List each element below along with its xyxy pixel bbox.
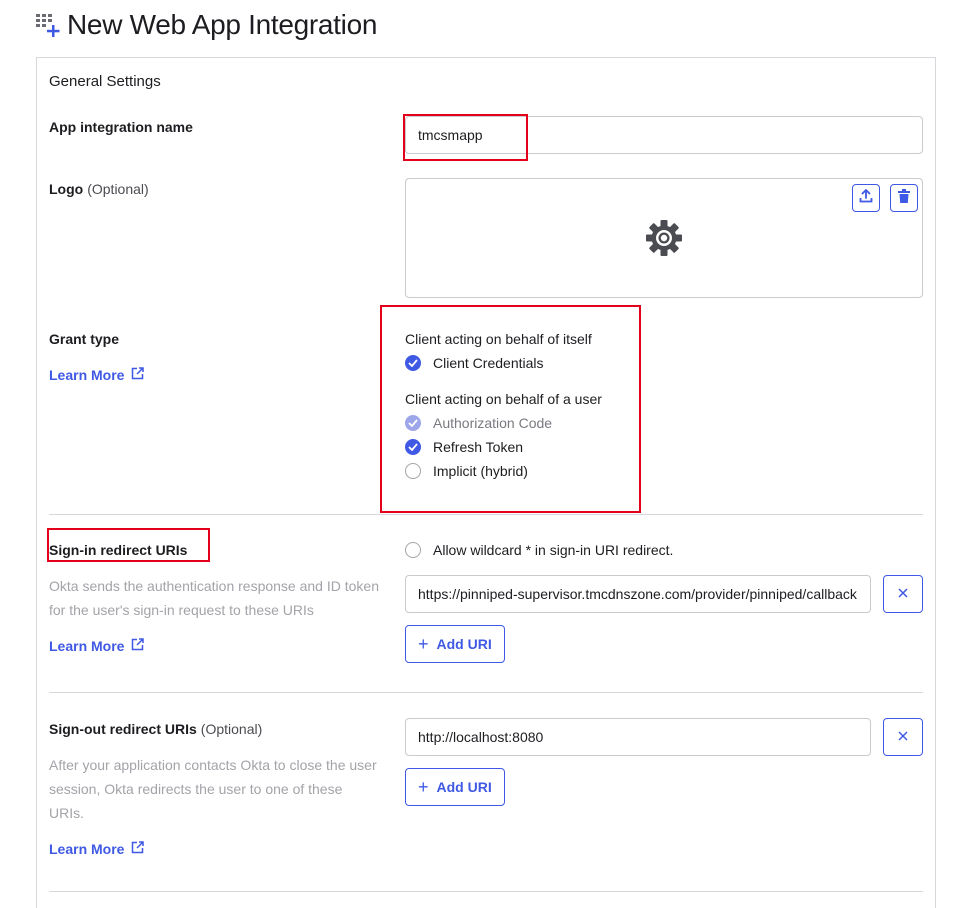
checkbox-label: Allow wildcard * in sign-in URI redirect… <box>433 542 674 558</box>
signout-redirect-label: Sign-out redirect URIs (Optional) <box>49 721 262 737</box>
apps-grid-add-icon <box>36 13 60 37</box>
general-settings-panel: General Settings App integration name tm… <box>36 57 936 908</box>
app-name-label: App integration name <box>49 119 193 135</box>
checkbox-label: Implicit (hybrid) <box>433 463 528 479</box>
gear-icon <box>645 219 683 257</box>
checkbox-unchecked-icon <box>405 542 421 558</box>
trash-icon <box>898 188 910 208</box>
section-title: General Settings <box>49 73 161 90</box>
signout-label-text: Sign-out redirect URIs <box>49 721 197 737</box>
signout-optional-text: (Optional) <box>200 721 263 737</box>
section-divider <box>49 891 923 892</box>
refresh-token-checkbox[interactable]: Refresh Token <box>405 439 523 455</box>
signout-add-uri-button[interactable]: + Add URI <box>405 768 505 806</box>
logo-optional-text: (Optional) <box>87 181 149 197</box>
logo-label: Logo (Optional) <box>49 181 149 197</box>
page-title: New Web App Integration <box>67 9 378 40</box>
grant-type-label: Grant type <box>49 331 120 347</box>
remove-signin-uri-button[interactable] <box>883 575 923 613</box>
client-credentials-checkbox[interactable]: Client Credentials <box>405 355 544 371</box>
grant-learn-more-link[interactable]: Learn More <box>49 367 145 383</box>
checkbox-checked-icon <box>405 439 421 455</box>
page-header: New Web App Integration <box>36 8 377 42</box>
authorization-code-checkbox: Authorization Code <box>405 415 552 431</box>
learn-more-text: Learn More <box>49 841 125 857</box>
section-divider <box>49 514 923 515</box>
plus-icon: + <box>418 634 429 654</box>
signin-add-uri-button[interactable]: + Add URI <box>405 625 505 663</box>
learn-more-text: Learn More <box>49 638 125 654</box>
signin-uri-input[interactable]: https://pinniped-supervisor.tmcdnszone.c… <box>405 575 871 613</box>
checkbox-unchecked-icon <box>405 463 421 479</box>
add-uri-label: Add URI <box>436 636 492 652</box>
signin-redirect-description: Okta sends the authentication response a… <box>49 578 379 618</box>
checkbox-label: Authorization Code <box>433 415 553 431</box>
grant-self-heading: Client acting on behalf of itself <box>405 331 592 347</box>
signin-learn-more-link[interactable]: Learn More <box>49 638 145 654</box>
upload-logo-button[interactable] <box>852 184 880 212</box>
close-icon <box>898 728 908 746</box>
logo-label-text: Logo <box>49 181 84 197</box>
signout-learn-more-link[interactable]: Learn More <box>49 841 145 857</box>
logo-upload-area[interactable] <box>405 178 923 298</box>
checkbox-label: Client Credentials <box>433 355 544 371</box>
add-uri-label: Add URI <box>436 779 492 795</box>
close-icon <box>898 585 908 603</box>
external-link-icon <box>131 841 145 857</box>
signout-uri-input[interactable]: http://localhost:8080 <box>405 718 871 756</box>
app-name-input[interactable]: tmcsmapp <box>405 116 923 154</box>
plus-icon: + <box>418 777 429 797</box>
learn-more-text: Learn More <box>49 367 125 383</box>
delete-logo-button[interactable] <box>890 184 918 212</box>
section-divider <box>49 692 923 693</box>
grant-user-heading: Client acting on behalf of a user <box>405 391 602 407</box>
remove-signout-uri-button[interactable] <box>883 718 923 756</box>
upload-icon <box>859 188 873 208</box>
allow-wildcard-checkbox[interactable]: Allow wildcard * in sign-in URI redirect… <box>405 542 673 558</box>
checkbox-label: Refresh Token <box>433 439 524 455</box>
signout-redirect-description: After your application contacts Okta to … <box>49 757 377 821</box>
external-link-icon <box>131 367 145 383</box>
checkbox-checked-disabled-icon <box>405 415 421 431</box>
implicit-hybrid-checkbox[interactable]: Implicit (hybrid) <box>405 463 528 479</box>
checkbox-checked-icon <box>405 355 421 371</box>
signin-redirect-label: Sign-in redirect URIs <box>49 542 188 558</box>
external-link-icon <box>131 638 145 654</box>
